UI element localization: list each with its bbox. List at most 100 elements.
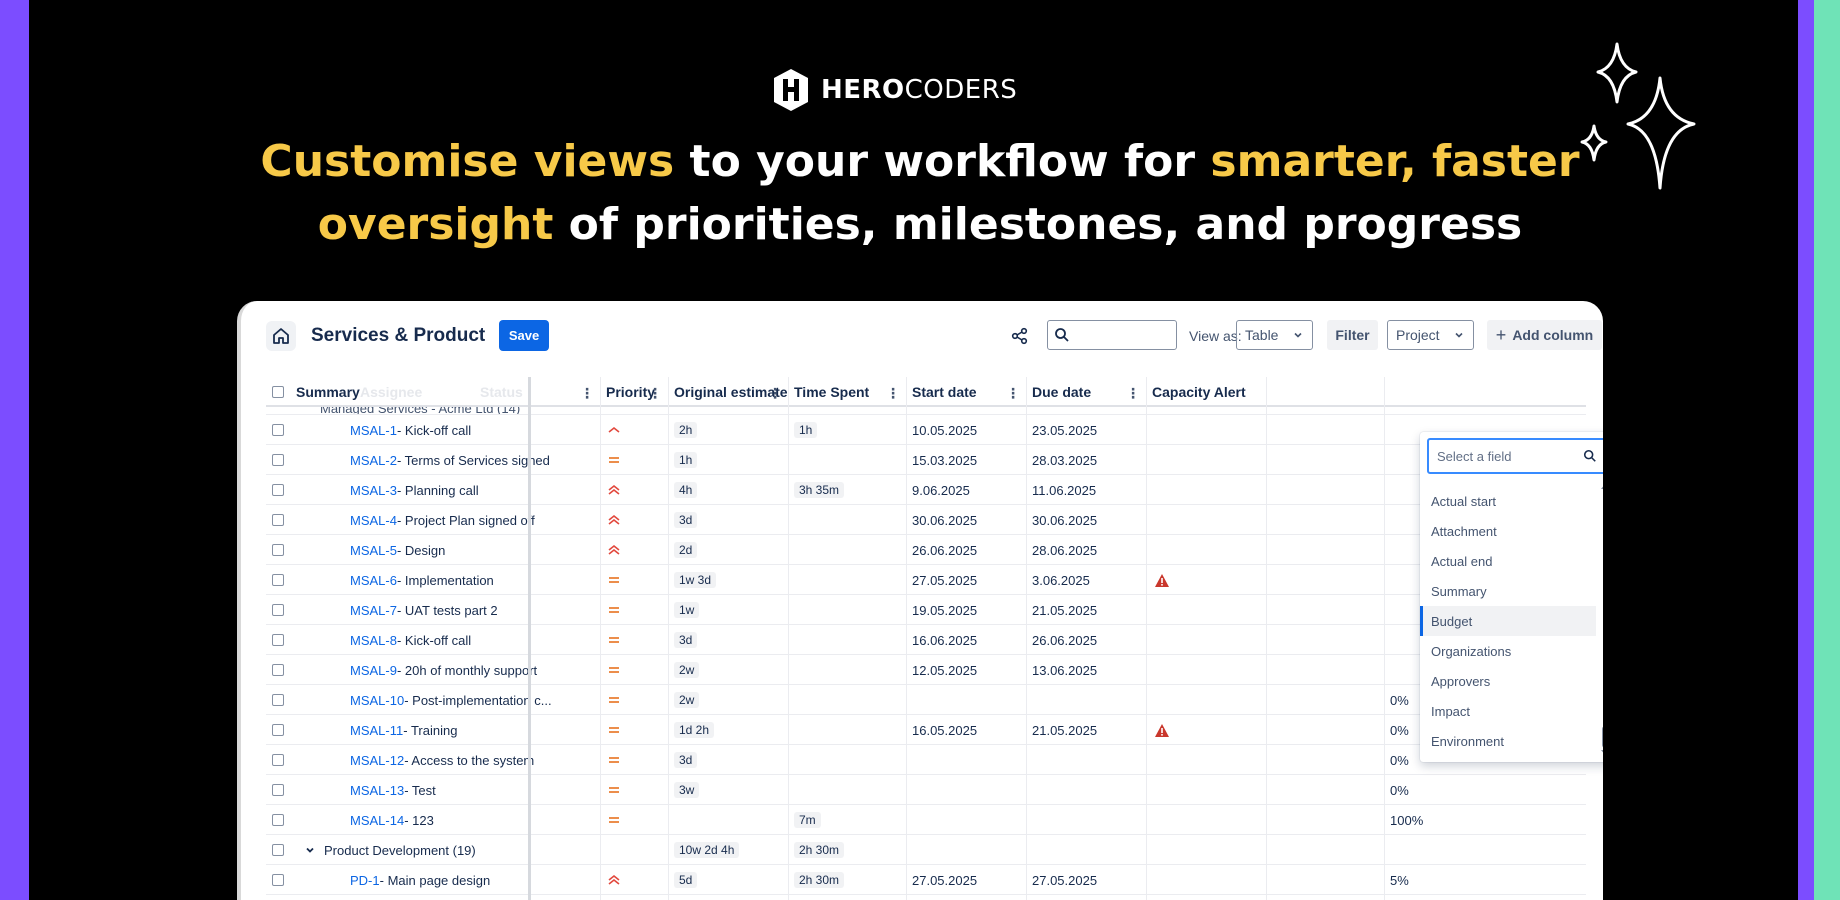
issue-key-link[interactable]: MSAL-6 [350, 573, 397, 588]
row-checkbox[interactable] [272, 514, 284, 526]
priority-cell [606, 415, 622, 445]
select-all-checkbox[interactable] [272, 386, 284, 398]
field-search-input[interactable]: Select a field [1427, 438, 1603, 474]
row-checkbox[interactable] [272, 754, 284, 766]
frozen-column-divider[interactable] [528, 377, 531, 900]
field-option[interactable]: Organizations [1420, 636, 1596, 666]
priority-cell [606, 805, 622, 835]
table-row[interactable]: MSAL-10 - Post-implementation c... 2w 0% [266, 685, 1586, 715]
issue-key-link[interactable]: MSAL-13 [350, 783, 404, 798]
save-button[interactable]: Save [499, 320, 549, 351]
field-option[interactable]: Actual start [1420, 486, 1596, 516]
field-option[interactable]: Approvers [1420, 666, 1596, 696]
row-checkbox[interactable] [272, 844, 284, 856]
row-checkbox[interactable] [272, 454, 284, 466]
table-row[interactable]: MSAL-12 - Access to the system 3d 0% [266, 745, 1586, 775]
priority-high-icon [608, 874, 620, 885]
header-original-estimate[interactable]: Original estimate ⋮ [668, 377, 788, 407]
filter-button[interactable]: Filter [1327, 320, 1378, 350]
due-date-cell: 21.05.2025 [1032, 722, 1098, 738]
issue-key-link[interactable]: MSAL-3 [350, 483, 397, 498]
table-row[interactable]: MSAL-3 - Planning call 4h 3h 35m 9.06.20… [266, 475, 1586, 505]
priority-low-icon [608, 426, 620, 433]
priority-cell [606, 565, 622, 595]
table-row[interactable]: MSAL-11 - Training 1d 2h 16.05.2025 21.0… [266, 715, 1586, 745]
row-checkbox[interactable] [272, 424, 284, 436]
column-menu-icon[interactable]: ⋮ [1126, 385, 1140, 402]
column-menu-icon[interactable]: ⋮ [580, 385, 594, 402]
header-start-date[interactable]: Start date ⋮ [906, 377, 1026, 407]
issue-summary: MSAL-13 - Test [350, 775, 436, 805]
table-row[interactable]: MSAL-14 - 123 7m 100% [266, 805, 1586, 835]
table-row[interactable]: MSAL-8 - Kick-off call 3d 16.06.2025 26.… [266, 625, 1586, 655]
issue-key-link[interactable]: MSAL-12 [350, 753, 404, 768]
field-list-scrollbar[interactable] [1600, 482, 1603, 757]
column-menu-icon[interactable]: ⋮ [886, 385, 900, 402]
header-due-date[interactable]: Due date ⋮ [1026, 377, 1146, 407]
table-row[interactable]: MSAL-7 - UAT tests part 2 1w 19.05.2025 … [266, 595, 1586, 625]
table-row[interactable]: MSAL-13 - Test 3w 0% [266, 775, 1586, 805]
add-column-button[interactable]: + Add column [1487, 320, 1602, 350]
header-priority[interactable]: Priority ⋮ [600, 377, 668, 407]
issue-key-link[interactable]: MSAL-4 [350, 513, 397, 528]
issue-key-link[interactable]: MSAL-14 [350, 813, 404, 828]
table-row[interactable]: MSAL-5 - Design 2d 26.06.2025 28.06.2025 [266, 535, 1586, 565]
table-row[interactable]: MSAL-6 - Implementation 1w 3d 27.05.2025… [266, 565, 1586, 595]
issue-summary: MSAL-12 - Access to the system [350, 745, 534, 775]
project-select[interactable]: Project [1387, 320, 1474, 350]
row-checkbox[interactable] [272, 724, 284, 736]
field-option[interactable]: Environment [1420, 726, 1596, 756]
field-option[interactable]: Summary [1420, 576, 1596, 606]
group-row[interactable]: Product Development (19) 10w 2d 4h 2h 30… [266, 835, 1586, 865]
issue-key-link[interactable]: MSAL-11 [350, 723, 403, 738]
column-menu-icon[interactable]: ⋮ [768, 385, 782, 402]
search-input[interactable] [1047, 320, 1177, 350]
row-checkbox[interactable] [272, 574, 284, 586]
page-title: Services & Product [311, 325, 486, 346]
view-as-select[interactable]: Table [1236, 320, 1313, 350]
field-option[interactable]: Impact [1420, 696, 1596, 726]
col-divider [668, 377, 669, 900]
table-row[interactable]: PD-1 - Main page design 5d 2h 30m 27.05.… [266, 865, 1586, 895]
priority-medium-icon [609, 637, 619, 643]
row-checkbox[interactable] [272, 874, 284, 886]
estimate-cell: 1w [674, 595, 700, 625]
col-divider [1026, 377, 1027, 900]
issue-key-link[interactable]: MSAL-2 [350, 453, 397, 468]
issue-key-link[interactable]: PD-1 [350, 873, 380, 888]
field-option[interactable]: Budget [1420, 606, 1596, 636]
issue-key-link[interactable]: MSAL-7 [350, 603, 397, 618]
issue-key-link[interactable]: MSAL-5 [350, 543, 397, 558]
group-expander[interactable] [304, 835, 316, 865]
header-capacity-alert[interactable]: Capacity Alert [1146, 377, 1266, 407]
row-checkbox-cell [272, 805, 284, 835]
priority-medium-icon [609, 457, 619, 463]
table-row[interactable]: MSAL-1 - Kick-off call 2h 1h 10.05.2025 … [266, 415, 1586, 445]
row-checkbox-cell [272, 595, 284, 625]
table-row[interactable]: MSAL-2 - Terms of Services signed 1h 15.… [266, 445, 1586, 475]
table-row[interactable]: MSAL-4 - Project Plan signed off 3d 30.0… [266, 505, 1586, 535]
row-checkbox[interactable] [272, 484, 284, 496]
issue-key-link[interactable]: MSAL-8 [350, 633, 397, 648]
issue-key-link[interactable]: MSAL-1 [350, 423, 397, 438]
home-button[interactable] [266, 321, 296, 351]
field-option[interactable]: Actual end [1420, 546, 1596, 576]
column-menu-icon[interactable]: ⋮ [648, 385, 662, 402]
row-checkbox[interactable] [272, 544, 284, 556]
share-icon[interactable] [1011, 327, 1029, 345]
estimate-cell: 1w 3d [674, 565, 717, 595]
column-menu-icon[interactable]: ⋮ [1006, 385, 1020, 402]
row-checkbox[interactable] [272, 604, 284, 616]
issue-key-link[interactable]: MSAL-10 [350, 693, 404, 708]
row-checkbox[interactable] [272, 784, 284, 796]
issue-key-link[interactable]: MSAL-9 [350, 663, 397, 678]
row-checkbox[interactable] [272, 814, 284, 826]
estimate-cell: 2w [674, 655, 700, 685]
field-option[interactable]: Attachment [1420, 516, 1596, 546]
table-row[interactable]: MSAL-9 - 20h of monthly support 2w 12.05… [266, 655, 1586, 685]
row-checkbox[interactable] [272, 694, 284, 706]
row-checkbox[interactable] [272, 634, 284, 646]
row-checkbox-cell [272, 625, 284, 655]
row-checkbox[interactable] [272, 664, 284, 676]
header-time-spent[interactable]: Time Spent ⋮ [788, 377, 906, 407]
